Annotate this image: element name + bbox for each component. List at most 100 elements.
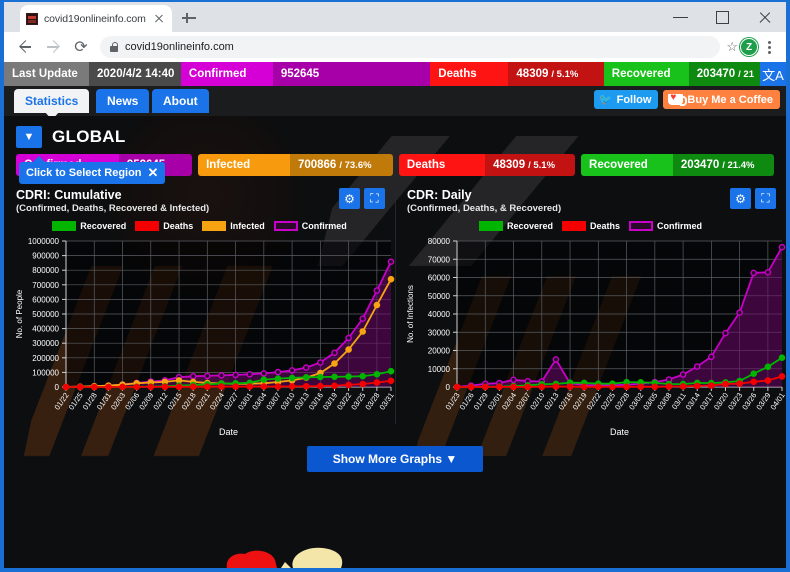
chart-svg-left: 0 100000 200000 300000 400000 500000 600000 700… xyxy=(15,237,396,437)
region-dropdown-button[interactable]: ▼ xyxy=(16,126,42,148)
bookmark-star-icon[interactable]: ☆ xyxy=(726,39,738,55)
legend-item-deaths[interactable]: Deaths xyxy=(135,221,193,231)
twitter-follow-button[interactable]: 🐦 Follow xyxy=(593,90,659,109)
svg-text:400000: 400000 xyxy=(32,325,59,334)
stat-value-last-update: 2020/4/2 14:40 xyxy=(89,62,181,86)
minimize-button[interactable] xyxy=(660,2,702,32)
chart-divider xyxy=(395,184,396,424)
chart-header-left: CDRI: Cumulative (Confirmed, Deaths, Rec… xyxy=(10,188,389,214)
region-label-deaths: Deaths xyxy=(398,154,486,176)
tab-statistics[interactable]: Statistics xyxy=(14,89,90,120)
tab-title: covid19onlineinfo.com: Real-tim xyxy=(44,12,146,25)
browser-tab[interactable]: covid19onlineinfo.com: Real-tim xyxy=(20,5,172,32)
maximize-button[interactable] xyxy=(702,2,744,32)
stat-value-deaths: 48309 / 5.1% xyxy=(508,62,604,86)
stat-label-deaths: Deaths xyxy=(430,62,509,86)
tooltip-close-icon[interactable]: ✕ xyxy=(148,165,159,181)
svg-text:60000: 60000 xyxy=(428,274,451,283)
forward-button[interactable] xyxy=(40,34,66,60)
region-value-infected-number: 700866 xyxy=(297,159,337,171)
coffee-cup-icon xyxy=(668,92,688,106)
expand-icon[interactable]: ⛶ xyxy=(755,188,776,209)
bottom-graphic xyxy=(219,542,379,568)
svg-text:1000000: 1000000 xyxy=(28,237,60,246)
plot-left: 0 100000 200000 300000 400000 500000 600000 700… xyxy=(10,235,396,440)
tab-news[interactable]: News xyxy=(96,89,150,113)
window-controls xyxy=(660,2,786,32)
plot-right: 0 10000 20000 30000 40000 50000 60000 70000 8000… xyxy=(401,235,786,440)
select-region-tooltip[interactable]: Click to Select Region ✕ xyxy=(19,156,166,184)
svg-text:600000: 600000 xyxy=(32,295,59,304)
svg-text:500000: 500000 xyxy=(32,310,59,319)
svg-text:Date: Date xyxy=(219,427,238,437)
browser-window: covid19onlineinfo.com: Real-tim ⟳ covid1… xyxy=(0,0,790,572)
region-value-deaths-number: 48309 xyxy=(493,159,526,171)
menu-icon[interactable] xyxy=(760,40,778,54)
site-favicon xyxy=(26,12,38,25)
new-tab-button[interactable] xyxy=(180,9,198,27)
region-value-infected: 700866 / 73.6% xyxy=(289,154,393,176)
chart-svg-right: 0 10000 20000 30000 40000 50000 60000 70000 8000… xyxy=(406,237,786,437)
region-header: ▼ GLOBAL xyxy=(4,116,786,148)
region-title: GLOBAL xyxy=(52,127,126,146)
svg-text:80000: 80000 xyxy=(428,237,451,246)
show-more-graphs-button[interactable]: Show More Graphs ▼ xyxy=(306,446,484,472)
close-icon[interactable] xyxy=(152,12,166,26)
stat-label-confirmed: Confirmed xyxy=(180,62,273,86)
chart-controls-right: ⚙ ⛶ xyxy=(730,188,776,209)
address-bar[interactable]: covid19onlineinfo.com xyxy=(100,36,721,58)
back-button[interactable] xyxy=(12,34,38,60)
svg-text:20000: 20000 xyxy=(428,347,451,356)
svg-text:No. of People: No. of People xyxy=(15,289,24,338)
svg-text:30000: 30000 xyxy=(428,328,451,337)
legend-swatch-deaths xyxy=(562,221,586,231)
legend-item-deaths[interactable]: Deaths xyxy=(562,221,620,231)
svg-text:40000: 40000 xyxy=(428,310,451,319)
tab-about[interactable]: About xyxy=(152,89,209,113)
gear-icon[interactable]: ⚙ xyxy=(730,188,751,209)
svg-text:03/31: 03/31 xyxy=(377,391,395,412)
legend-swatch-recovered xyxy=(52,221,77,231)
url-text: covid19onlineinfo.com xyxy=(125,41,234,53)
chart-title-left: CDRI: Cumulative xyxy=(16,188,122,202)
legend-label-recovered: Recovered xyxy=(80,221,127,231)
site-nav: Statistics News About 🐦 Follow Buy Me a … xyxy=(4,86,786,120)
chart-cdri-cumulative: CDRI: Cumulative (Confirmed, Deaths, Rec… xyxy=(4,188,396,440)
svg-text:04/01: 04/01 xyxy=(768,391,786,412)
stat-value-confirmed: 952645 xyxy=(272,62,431,86)
expand-icon[interactable]: ⛶ xyxy=(364,188,385,209)
browser-toolbar: ⟳ covid19onlineinfo.com ☆ Z xyxy=(4,32,786,62)
chart-header-right: CDR: Daily (Confirmed, Deaths, & Recover… xyxy=(401,188,780,214)
stat-label-recovered: Recovered xyxy=(603,62,689,86)
gear-icon[interactable]: ⚙ xyxy=(339,188,360,209)
window-close-button[interactable] xyxy=(744,2,786,32)
twitter-bird-icon: 🐦 xyxy=(598,94,613,106)
show-more-wrap: Show More Graphs ▼ xyxy=(4,446,786,472)
translate-icon[interactable]: 文A xyxy=(759,62,786,86)
select-region-label: Click to Select Region xyxy=(26,167,142,179)
buy-me-a-coffee-button[interactable]: Buy Me a Coffee xyxy=(663,90,780,109)
svg-text:70000: 70000 xyxy=(428,255,451,264)
legend-item-recovered[interactable]: Recovered xyxy=(478,221,553,231)
svg-text:50000: 50000 xyxy=(428,292,451,301)
svg-text:100000: 100000 xyxy=(32,368,59,377)
legend-item-recovered[interactable]: Recovered xyxy=(52,221,126,231)
region-label-recovered: Recovered xyxy=(581,154,673,176)
legend-item-confirmed[interactable]: Confirmed xyxy=(273,221,347,231)
region-value-recovered-number: 203470 xyxy=(680,159,720,171)
tab-strip: covid19onlineinfo.com: Real-tim xyxy=(4,2,786,32)
legend-item-confirmed[interactable]: Confirmed xyxy=(629,221,702,231)
svg-text:03/08: 03/08 xyxy=(655,391,673,412)
avatar[interactable]: Z xyxy=(740,38,758,56)
buy-me-a-coffee-label: Buy Me a Coffee xyxy=(687,93,773,106)
svg-text:700000: 700000 xyxy=(32,281,59,290)
stat-value-recovered: 203470 / 21 xyxy=(688,62,760,86)
chart-cdr-daily: CDR: Daily (Confirmed, Deaths, & Recover… xyxy=(395,184,786,440)
stat-value-recovered-number: 203470 xyxy=(696,68,736,80)
reload-icon[interactable]: ⟳ xyxy=(68,34,94,60)
legend-item-infected[interactable]: Infected xyxy=(202,221,265,231)
stat-pct-deaths: / 5.1% xyxy=(551,68,579,80)
region-value-deaths: 48309 / 5.1% xyxy=(485,154,576,176)
legend-swatch-recovered xyxy=(478,221,503,231)
region-label-infected: Infected xyxy=(198,154,290,176)
